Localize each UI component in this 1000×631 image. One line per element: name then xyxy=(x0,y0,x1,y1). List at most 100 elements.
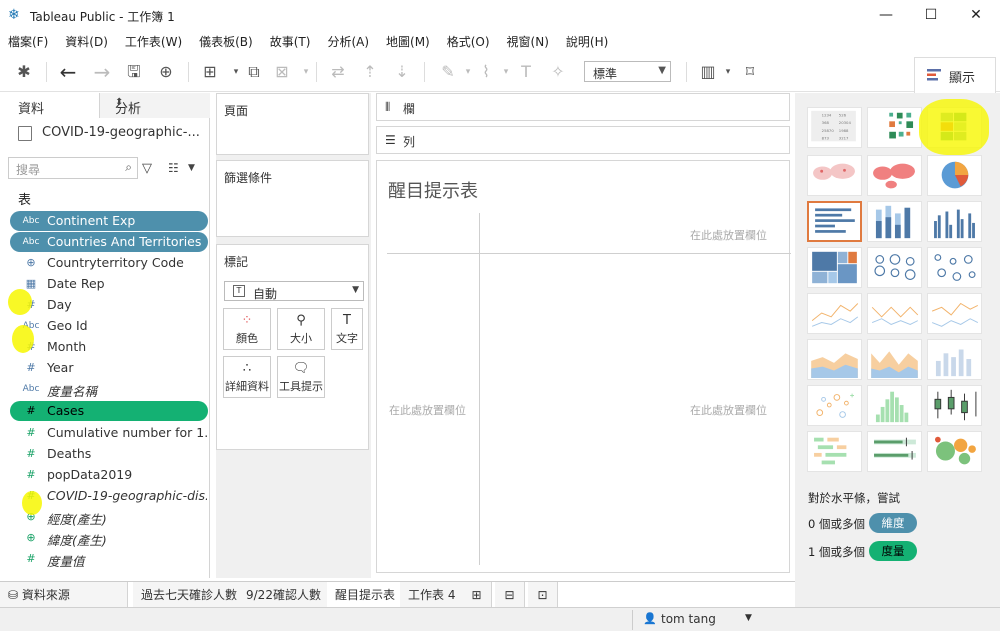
labels-icon[interactable]: T xyxy=(516,62,536,82)
maximize-button[interactable]: ☐ xyxy=(921,6,941,24)
group-icon[interactable]: ⌇ xyxy=(476,62,496,82)
menu-map[interactable]: 地圖(M) xyxy=(386,33,430,50)
new-worksheet-dropdown-icon[interactable]: ▾ xyxy=(226,62,246,82)
redo-icon[interactable]: → xyxy=(92,62,112,82)
view-canvas[interactable]: 醒目提示表 在此處放置欄位 在此處放置欄位 在此處放置欄位 xyxy=(376,160,791,573)
menu-worksheet[interactable]: 工作表(W) xyxy=(125,33,182,50)
new-worksheet-icon[interactable]: ⊞ xyxy=(462,582,492,608)
sort-ascending-icon[interactable]: ⇡ xyxy=(360,62,380,82)
dual-combo-icon[interactable] xyxy=(927,339,982,380)
close-button[interactable]: ✕ xyxy=(966,6,986,24)
fit-select[interactable]: 標準 ▼ xyxy=(584,61,671,82)
drop-field-center[interactable]: 在此處放置欄位 xyxy=(690,402,767,418)
field-item[interactable]: Abc 度量名稱 xyxy=(10,379,208,399)
treemap-icon[interactable] xyxy=(807,247,862,288)
tab-sheet-3[interactable]: 醒目提示表 xyxy=(327,582,405,608)
present-icon[interactable]: ⌑ xyxy=(740,62,760,82)
tab-analytics[interactable]: 分析 ⬍ xyxy=(100,93,210,118)
discrete-area-icon[interactable] xyxy=(867,339,922,380)
field-item[interactable]: # Cases xyxy=(10,401,208,421)
drop-field-top[interactable]: 在此處放置欄位 xyxy=(690,227,767,243)
rows-shelf[interactable]: ☰ 列 xyxy=(376,126,790,154)
menu-format[interactable]: 格式(O) xyxy=(447,33,490,50)
scatter-plot-icon[interactable] xyxy=(807,385,862,426)
user-menu[interactable]: 👤 tom tang ▼ xyxy=(632,610,758,630)
field-item[interactable]: ⊕ 緯度(產生) xyxy=(10,528,208,548)
pages-card[interactable]: 頁面 xyxy=(216,93,369,155)
field-item[interactable]: Abc Countries And Territories xyxy=(10,232,208,252)
field-item[interactable]: ▦ Date Rep xyxy=(10,274,208,294)
clear-dropdown-icon[interactable]: ▾ xyxy=(296,62,316,82)
sort-icon[interactable]: ⬍ xyxy=(115,97,202,108)
dual-line-icon[interactable] xyxy=(927,293,982,334)
symbol-map-icon[interactable] xyxy=(807,155,862,196)
field-item[interactable]: Abc Geo Id xyxy=(10,316,208,336)
field-item[interactable]: ⊕ Countryterritory Code xyxy=(10,253,208,273)
minimize-button[interactable]: — xyxy=(876,6,896,24)
menu-dashboard[interactable]: 儀表板(B) xyxy=(199,33,253,50)
drop-field-left[interactable]: 在此處放置欄位 xyxy=(389,402,466,418)
continuous-area-icon[interactable] xyxy=(807,339,862,380)
presentation-dropdown-icon[interactable]: ▾ xyxy=(718,62,738,82)
field-item[interactable]: #Month xyxy=(10,337,208,357)
menu-story[interactable]: 故事(T) xyxy=(270,33,311,50)
stacked-bar-icon[interactable] xyxy=(867,201,922,242)
field-item[interactable]: # 度量值 xyxy=(10,549,208,569)
undo-icon[interactable]: ← xyxy=(58,62,78,82)
discrete-line-icon[interactable] xyxy=(867,293,922,334)
group-dropdown-icon[interactable]: ▾ xyxy=(496,62,516,82)
histogram-icon[interactable] xyxy=(867,385,922,426)
new-datasource-icon[interactable]: ⊕ xyxy=(156,62,176,82)
color-button[interactable]: ⁘ 顏色 xyxy=(223,308,271,350)
pie-chart-icon[interactable] xyxy=(927,155,982,196)
filter-icon[interactable]: ▽ xyxy=(142,161,152,176)
menu-data[interactable]: 資料(D) xyxy=(65,33,108,50)
field-item[interactable]: # Cumulative number for 1... xyxy=(10,423,208,443)
menu-file[interactable]: 檔案(F) xyxy=(8,33,48,50)
box-plot-icon[interactable] xyxy=(927,385,982,426)
tableau-home-icon[interactable]: ✱ xyxy=(14,62,34,82)
columns-shelf[interactable]: ⦀ 欄 xyxy=(376,93,790,121)
side-by-side-circle-icon[interactable] xyxy=(927,247,982,288)
side-by-side-bar-icon[interactable] xyxy=(927,201,982,242)
tab-data[interactable]: 資料 xyxy=(0,93,100,118)
field-item[interactable]: #Day xyxy=(10,295,208,315)
packed-bubbles-icon[interactable] xyxy=(927,431,982,472)
view-list-icon[interactable]: ☷ xyxy=(168,161,179,175)
new-worksheet-icon[interactable]: ⊞ xyxy=(200,62,220,82)
swap-icon[interactable]: ⇄ xyxy=(328,62,348,82)
field-item[interactable]: # Deaths xyxy=(10,444,208,464)
menu-analysis[interactable]: 分析(A) xyxy=(327,33,369,50)
menu-window[interactable]: 視窗(N) xyxy=(507,33,549,50)
search-input[interactable]: 搜尋 ⌕ xyxy=(8,157,138,179)
tab-sheet-4[interactable]: 工作表 4 xyxy=(400,582,465,608)
tab-sheet-2[interactable]: 9/22確認人數 xyxy=(238,582,330,608)
new-dashboard-icon[interactable]: ⊟ xyxy=(495,582,525,608)
menu-help[interactable]: 說明(H) xyxy=(566,33,608,50)
filters-card[interactable]: 篩選條件 xyxy=(216,160,369,237)
horizontal-bar-icon[interactable] xyxy=(807,201,862,242)
duplicate-sheet-icon[interactable]: ⧉ xyxy=(244,62,264,82)
tooltip-button[interactable]: 🗨 工具提示 xyxy=(277,356,325,398)
highlight-icon[interactable]: ✎ xyxy=(438,62,458,82)
text-button[interactable]: T 文字 xyxy=(331,308,363,350)
clear-sheet-icon[interactable]: ⊠ xyxy=(272,62,292,82)
tab-data-source[interactable]: ⛁ 資料來源 xyxy=(0,582,128,608)
highlight-dropdown-icon[interactable]: ▾ xyxy=(458,62,478,82)
presentation-mode-icon[interactable]: ▥ xyxy=(698,62,718,82)
show-me-tab[interactable]: 顯示 xyxy=(914,57,996,93)
heat-map-icon[interactable] xyxy=(867,107,922,148)
field-item[interactable]: Abc Continent Exp xyxy=(10,211,208,231)
sort-descending-icon[interactable]: ⇣ xyxy=(392,62,412,82)
view-dropdown-icon[interactable]: ▼ xyxy=(188,163,195,173)
tab-sheet-1[interactable]: 過去七天確診人數 xyxy=(133,582,247,608)
text-table-icon[interactable]: 1234 526 368 20304 25870 1988 873 3217 xyxy=(807,107,862,148)
circle-view-icon[interactable] xyxy=(867,247,922,288)
size-button[interactable]: ⚲ 大小 xyxy=(277,308,325,350)
pin-icon[interactable]: ✧ xyxy=(548,62,568,82)
bullet-graph-icon[interactable] xyxy=(867,431,922,472)
field-item[interactable]: # Year xyxy=(10,358,208,378)
detail-button[interactable]: ∴ 詳細資料 xyxy=(223,356,271,398)
mark-type-select[interactable]: T 自動 ▼ xyxy=(224,281,364,301)
new-story-icon[interactable]: ⊡ xyxy=(528,582,558,608)
